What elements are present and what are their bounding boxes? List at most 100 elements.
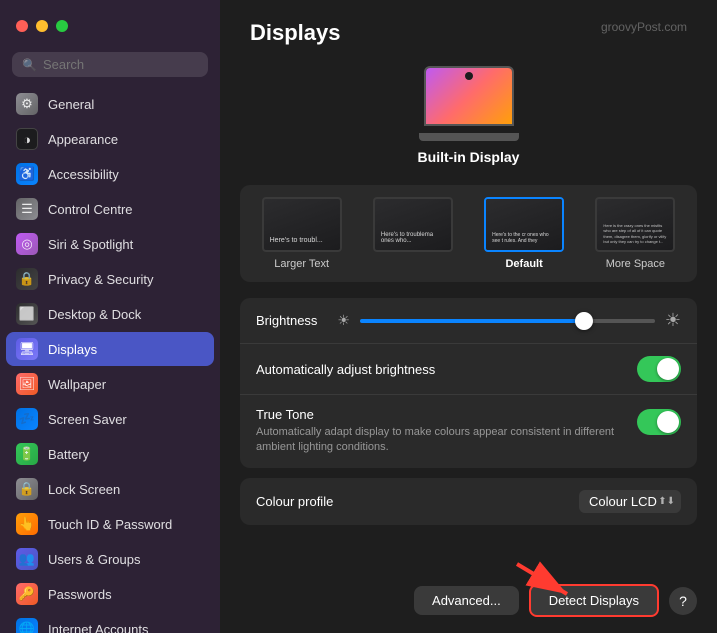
sidebar-item-battery[interactable]: 🔋 Battery xyxy=(6,437,214,471)
passwords-icon: 🔑 xyxy=(16,583,38,605)
laptop-screen xyxy=(424,66,514,126)
res-preview-default: Here's to the cr ones who see t rules. A… xyxy=(484,197,564,252)
sidebar-item-control[interactable]: ☰ Control Centre xyxy=(6,192,214,226)
touchid-icon: 👆 xyxy=(16,513,38,535)
display-preview: Built-in Display xyxy=(220,56,717,185)
res-preview-more: Here is the crazy ones the misfits who a… xyxy=(595,197,675,252)
true-tone-row: True Tone Automatically adapt display to… xyxy=(240,395,697,468)
sidebar-item-accessibility[interactable]: ♿ Accessibility xyxy=(6,157,214,191)
true-tone-toggle[interactable] xyxy=(637,409,681,435)
brightness-row: Brightness ☀ ☀ xyxy=(240,298,697,344)
sidebar-item-screensaver[interactable]: 💤 Screen Saver xyxy=(6,402,214,436)
main-content: Displays groovyPost.com Built-in Display… xyxy=(220,0,717,633)
sidebar: 🔍 ⚙ General ◑ Appearance ♿ Accessibility… xyxy=(0,0,220,633)
sidebar-item-internet[interactable]: 🌐 Internet Accounts xyxy=(6,612,214,633)
sidebar-item-general[interactable]: ⚙ General xyxy=(6,87,214,121)
accessibility-icon: ♿ xyxy=(16,163,38,185)
sidebar-item-label-accessibility: Accessibility xyxy=(48,167,119,182)
sidebar-item-lock[interactable]: 🔒 Lock Screen xyxy=(6,472,214,506)
sidebar-item-label-general: General xyxy=(48,97,94,112)
screensaver-icon: 💤 xyxy=(16,408,38,430)
res-label-default: Default xyxy=(505,258,542,270)
sidebar-item-desktop[interactable]: ⬜ Desktop & Dock xyxy=(6,297,214,331)
wallpaper-icon: 🖼 xyxy=(16,373,38,395)
general-icon: ⚙ xyxy=(16,93,38,115)
settings-panel: Here's to troubl... Larger Text Here's t… xyxy=(240,185,697,572)
auto-brightness-toggle[interactable] xyxy=(637,356,681,382)
res-preview-opt2: Here's to troublema ones who... xyxy=(373,197,453,252)
colour-profile-dropdown[interactable]: Colour LCD xyxy=(579,490,681,513)
res-preview-larger: Here's to troubl... xyxy=(262,197,342,252)
displays-icon: 🖥 xyxy=(16,338,38,360)
search-bar[interactable]: 🔍 xyxy=(12,52,208,77)
maximize-button[interactable] xyxy=(56,20,68,32)
desktop-icon: ⬜ xyxy=(16,303,38,325)
res-label-larger: Larger Text xyxy=(274,258,329,270)
minimize-button[interactable] xyxy=(36,20,48,32)
privacy-icon: 🔒 xyxy=(16,268,38,290)
sidebar-item-label-battery: Battery xyxy=(48,447,89,462)
colour-dropdown-wrapper: Colour LCD ⬆⬇ xyxy=(579,490,681,513)
sidebar-item-label-internet: Internet Accounts xyxy=(48,622,148,633)
resolution-row: Here's to troubl... Larger Text Here's t… xyxy=(240,185,697,282)
sidebar-item-label-touchid: Touch ID & Password xyxy=(48,517,172,532)
titlebar xyxy=(0,0,220,52)
colour-profile-row: Colour profile Colour LCD ⬆⬇ xyxy=(240,478,697,525)
sun-small-icon: ☀ xyxy=(337,312,350,329)
sidebar-item-label-appearance: Appearance xyxy=(48,132,118,147)
sidebar-item-label-desktop: Desktop & Dock xyxy=(48,307,141,322)
advanced-button[interactable]: Advanced... xyxy=(414,586,519,615)
true-tone-sublabel: Automatically adapt display to make colo… xyxy=(256,425,616,456)
brightness-thumb[interactable] xyxy=(575,312,593,330)
battery-icon: 🔋 xyxy=(16,443,38,465)
search-icon: 🔍 xyxy=(22,58,37,72)
close-button[interactable] xyxy=(16,20,28,32)
sidebar-item-label-screensaver: Screen Saver xyxy=(48,412,127,427)
sidebar-item-users[interactable]: 👥 Users & Groups xyxy=(6,542,214,576)
sidebar-list: ⚙ General ◑ Appearance ♿ Accessibility ☰… xyxy=(0,87,220,633)
sidebar-item-label-privacy: Privacy & Security xyxy=(48,272,153,287)
sidebar-item-label-siri: Siri & Spotlight xyxy=(48,237,133,252)
colour-profile-section: Colour profile Colour LCD ⬆⬇ xyxy=(240,478,697,525)
resolution-more-space[interactable]: Here is the crazy ones the misfits who a… xyxy=(586,197,685,270)
resolution-default[interactable]: Here's to the cr ones who see t rules. A… xyxy=(475,197,574,270)
resolution-opt2[interactable]: Here's to troublema ones who... xyxy=(363,197,462,270)
sidebar-item-touchid[interactable]: 👆 Touch ID & Password xyxy=(6,507,214,541)
sidebar-item-label-passwords: Passwords xyxy=(48,587,112,602)
laptop-base xyxy=(419,133,519,141)
auto-brightness-label: Automatically adjust brightness xyxy=(256,362,435,377)
sidebar-item-label-users: Users & Groups xyxy=(48,552,140,567)
page-title: Displays xyxy=(250,20,341,46)
search-input[interactable] xyxy=(43,57,198,72)
footer-buttons: Advanced... Detect Displays ? xyxy=(220,572,717,633)
laptop-icon xyxy=(419,66,519,141)
lock-icon: 🔒 xyxy=(16,478,38,500)
sidebar-item-siri[interactable]: ◎ Siri & Spotlight xyxy=(6,227,214,261)
sidebar-item-displays[interactable]: 🖥 Displays xyxy=(6,332,214,366)
settings-section: Brightness ☀ ☀ Automatically adjust brig… xyxy=(240,298,697,468)
users-icon: 👥 xyxy=(16,548,38,570)
appearance-icon: ◑ xyxy=(16,128,38,150)
colour-profile-label: Colour profile xyxy=(256,494,333,509)
true-tone-label: True Tone xyxy=(256,407,616,422)
help-button[interactable]: ? xyxy=(669,587,697,615)
sidebar-item-privacy[interactable]: 🔒 Privacy & Security xyxy=(6,262,214,296)
display-label: Built-in Display xyxy=(418,149,520,165)
resolution-larger-text[interactable]: Here's to troubl... Larger Text xyxy=(252,197,351,270)
sidebar-item-label-lock: Lock Screen xyxy=(48,482,120,497)
watermark: groovyPost.com xyxy=(601,20,687,34)
sidebar-item-passwords[interactable]: 🔑 Passwords xyxy=(6,577,214,611)
sidebar-item-label-wallpaper: Wallpaper xyxy=(48,377,106,392)
sidebar-item-label-control: Control Centre xyxy=(48,202,133,217)
control-icon: ☰ xyxy=(16,198,38,220)
detect-displays-button[interactable]: Detect Displays xyxy=(529,584,659,617)
brightness-slider[interactable] xyxy=(360,319,655,323)
sun-large-icon: ☀ xyxy=(665,310,681,331)
sidebar-item-label-displays: Displays xyxy=(48,342,97,357)
sidebar-item-appearance[interactable]: ◑ Appearance xyxy=(6,122,214,156)
auto-brightness-row: Automatically adjust brightness xyxy=(240,344,697,395)
sidebar-item-wallpaper[interactable]: 🖼 Wallpaper xyxy=(6,367,214,401)
brightness-label: Brightness xyxy=(256,313,317,328)
main-header: Displays groovyPost.com xyxy=(220,0,717,56)
internet-icon: 🌐 xyxy=(16,618,38,633)
